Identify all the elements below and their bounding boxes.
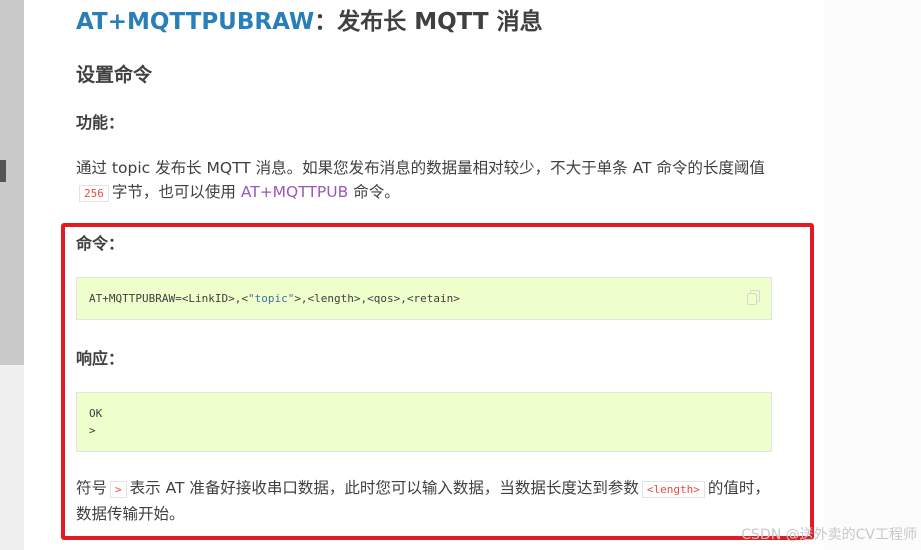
- section-heading: 设置命令: [76, 64, 153, 86]
- right-margin: [824, 0, 921, 550]
- description-text-2: 字节，也可以使用: [111, 183, 236, 201]
- sidebar-edge-mark: [0, 160, 6, 182]
- mqttpub-link[interactable]: AT+MQTTPUB: [241, 183, 348, 201]
- doc-content: AT+MQTTPUBRAW：发布长 MQTT 消息 设置命令 功能： 通过 to…: [24, 0, 824, 550]
- title-command-link[interactable]: AT+MQTTPUBRAW: [76, 9, 314, 35]
- description-text-1: 通过 topic 发布长 MQTT 消息。如果您发布消息的数据量相对较少，不大于…: [76, 159, 765, 177]
- title-text: ：发布长 MQTT 消息: [314, 9, 543, 35]
- page-title: AT+MQTTPUBRAW：发布长 MQTT 消息: [76, 2, 543, 36]
- csdn-watermark: CSDN @送外卖的CV工程师: [741, 527, 917, 543]
- highlight-annotation-frame: [61, 223, 814, 540]
- function-label: 功能：: [76, 113, 125, 132]
- sidebar-scrollbar[interactable]: [0, 0, 24, 365]
- function-description: 通过 topic 发布长 MQTT 消息。如果您发布消息的数据量相对较少，不大于…: [76, 156, 776, 206]
- description-text-3: 命令。: [353, 183, 400, 201]
- threshold-literal: 256: [79, 185, 109, 202]
